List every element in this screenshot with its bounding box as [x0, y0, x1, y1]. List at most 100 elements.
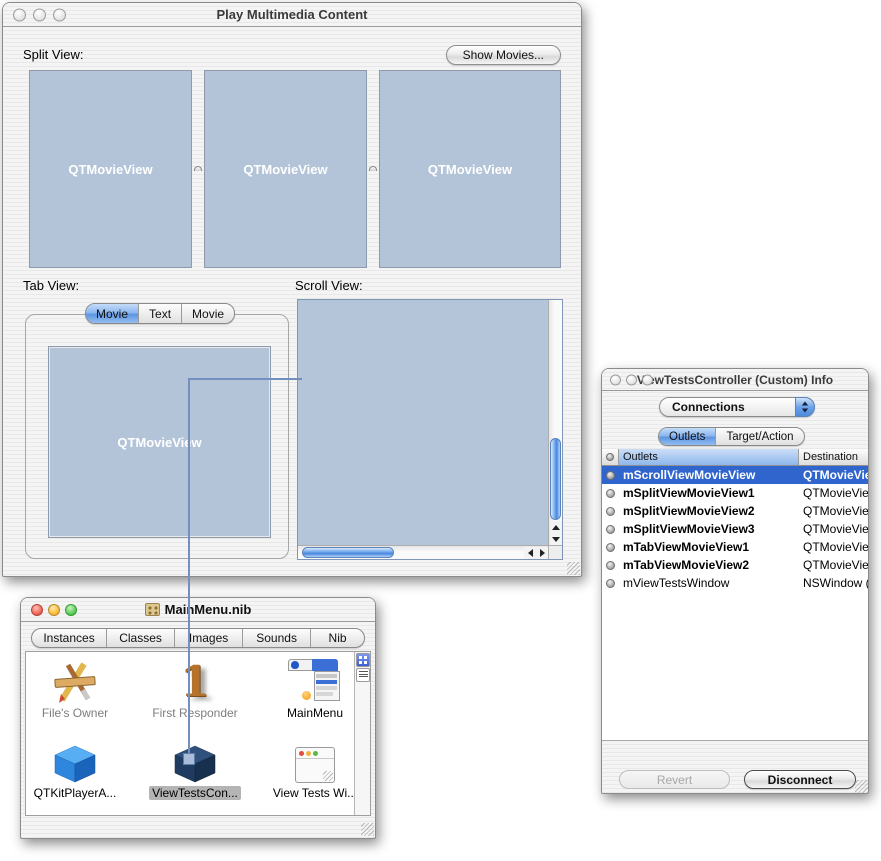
vertical-scrollbar[interactable]: [548, 300, 562, 545]
table-row[interactable]: mScrollViewMovieView QTMovieVie: [602, 466, 868, 484]
tab-sounds[interactable]: Sounds: [243, 629, 311, 647]
header-destination[interactable]: Destination: [799, 449, 868, 465]
scroll-view-label: Scroll View:: [295, 278, 363, 293]
split-divider-dimple-icon[interactable]: [369, 166, 377, 171]
nib-window-title: MainMenu.nib: [165, 602, 252, 617]
horizontal-scrollbar[interactable]: [298, 545, 548, 559]
dark-cube-icon: [174, 745, 216, 783]
list-item[interactable]: QTKitPlayerA...: [20, 736, 130, 802]
outlet-destination: QTMovieVie: [799, 486, 868, 500]
instances-scrollbar[interactable]: [354, 652, 370, 815]
outlet-dot-icon: [606, 471, 615, 480]
tab-outlets[interactable]: Outlets: [659, 428, 716, 445]
list-item[interactable]: ViewTestsCon...: [140, 736, 250, 802]
scroll-down-button[interactable]: [550, 533, 562, 545]
list-view-button[interactable]: [356, 668, 370, 682]
grid-view-button[interactable]: [356, 653, 370, 667]
outlets-table: mScrollViewMovieView QTMovieVie mSplitVi…: [602, 466, 868, 740]
tab-text[interactable]: Text: [139, 304, 182, 323]
close-button-icon[interactable]: [610, 374, 621, 385]
item-label: View Tests Wi...: [270, 786, 360, 800]
horizontal-scroll-thumb[interactable]: [302, 547, 394, 558]
item-label: MainMenu: [284, 706, 346, 720]
show-movies-button[interactable]: Show Movies...: [446, 45, 561, 65]
arrow-left-icon: [528, 549, 533, 557]
vertical-scroll-thumb[interactable]: [550, 438, 561, 520]
outlet-name: mViewTestsWindow: [619, 576, 799, 590]
close-button-icon[interactable]: [13, 8, 26, 21]
table-row[interactable]: mTabViewMovieView1 QTMovieVie: [602, 538, 868, 556]
scroll-view: [297, 299, 563, 560]
main-menu-icon: [288, 657, 342, 703]
scroll-view-content[interactable]: [298, 300, 548, 545]
tab-target-action[interactable]: Target/Action: [716, 428, 803, 445]
nib-titlebar[interactable]: MainMenu.nib: [21, 598, 375, 622]
info-tabs: Outlets Target/Action: [658, 427, 805, 446]
split-divider-dimple-icon[interactable]: [194, 166, 202, 171]
arrow-up-icon: [552, 525, 560, 530]
tab-images[interactable]: Images: [175, 629, 243, 647]
item-label-selected: ViewTestsCon...: [149, 786, 241, 800]
split-pane-3[interactable]: QTMovieView: [379, 70, 561, 268]
scrollbar-corner: [548, 545, 562, 559]
info-window: ViewTestsController (Custom) Info Connec…: [601, 368, 869, 794]
list-item[interactable]: File's Owner: [20, 656, 130, 722]
close-button-icon[interactable]: [31, 604, 43, 616]
tab-nib[interactable]: Nib: [311, 629, 364, 647]
info-resize-grip-icon[interactable]: [855, 780, 868, 793]
outlet-dot-icon: [606, 453, 614, 461]
table-row[interactable]: mSplitViewMovieView3 QTMovieVie: [602, 520, 868, 538]
zoom-button-icon[interactable]: [53, 8, 66, 21]
table-row[interactable]: mViewTestsWindow NSWindow (: [602, 574, 868, 592]
item-label: First Responder: [149, 706, 240, 720]
split-pane-3-label: QTMovieView: [428, 162, 512, 177]
player-window: Play Multimedia Content Split View: Show…: [2, 2, 582, 577]
scroll-left-button[interactable]: [524, 547, 536, 559]
outlet-dot-icon: [606, 543, 615, 552]
table-row[interactable]: mSplitViewMovieView2 QTMovieVie: [602, 502, 868, 520]
table-row[interactable]: mTabViewMovieView2 QTMovieVie: [602, 556, 868, 574]
list-view-icon: [359, 671, 368, 679]
nib-resize-grip-icon[interactable]: [361, 823, 374, 836]
minimize-button-icon[interactable]: [33, 8, 46, 21]
disconnect-button[interactable]: Disconnect: [744, 770, 856, 789]
outlet-name: mSplitViewMovieView1: [619, 486, 799, 500]
tab-view-label: Tab View:: [23, 278, 79, 293]
split-pane-1[interactable]: QTMovieView: [29, 70, 192, 268]
item-label: QTKitPlayerA...: [31, 786, 120, 800]
scroll-up-button[interactable]: [550, 521, 562, 533]
minimize-button-icon[interactable]: [48, 604, 60, 616]
outlet-destination: QTMovieVie: [799, 558, 868, 572]
outlet-destination: NSWindow (: [799, 576, 868, 590]
nib-document-icon: [145, 603, 160, 616]
split-view-label: Split View:: [23, 47, 83, 62]
arrow-right-icon: [540, 549, 545, 557]
arrow-down-icon: [552, 537, 560, 542]
outlet-name: mScrollViewMovieView: [619, 468, 799, 482]
info-footer: Revert Disconnect: [602, 740, 868, 793]
connection-line-horizontal: [188, 378, 302, 380]
header-outlets[interactable]: Outlets: [619, 449, 799, 465]
list-item[interactable]: 1 MainMenu First Responder: [140, 656, 250, 722]
split-pane-2[interactable]: QTMovieView: [204, 70, 367, 268]
table-row[interactable]: mSplitViewMovieView1 QTMovieVie: [602, 484, 868, 502]
tab-movie-1[interactable]: Movie: [86, 304, 139, 323]
info-window-title: ViewTestsController (Custom) Info: [637, 373, 833, 387]
tab-movie-2[interactable]: Movie: [182, 304, 234, 323]
player-resize-grip-icon[interactable]: [567, 562, 580, 575]
warning-badge-icon: [302, 691, 311, 700]
tab-instances[interactable]: Instances: [32, 629, 107, 647]
header-dot-cell[interactable]: [602, 449, 619, 465]
connection-endpoint-handle: [183, 753, 195, 765]
revert-button[interactable]: Revert: [619, 770, 730, 789]
scroll-right-button[interactable]: [536, 547, 548, 559]
zoom-button-icon[interactable]: [642, 374, 653, 385]
minimize-button-icon[interactable]: [626, 374, 637, 385]
connections-popup[interactable]: Connections: [659, 397, 815, 417]
tab-classes[interactable]: Classes: [107, 629, 175, 647]
grid-view-icon: [359, 656, 367, 664]
tab-view-movie-pane[interactable]: QTMovieView: [48, 346, 271, 538]
player-titlebar[interactable]: Play Multimedia Content: [3, 3, 581, 27]
info-titlebar[interactable]: ViewTestsController (Custom) Info: [602, 369, 868, 391]
zoom-button-icon[interactable]: [65, 604, 77, 616]
